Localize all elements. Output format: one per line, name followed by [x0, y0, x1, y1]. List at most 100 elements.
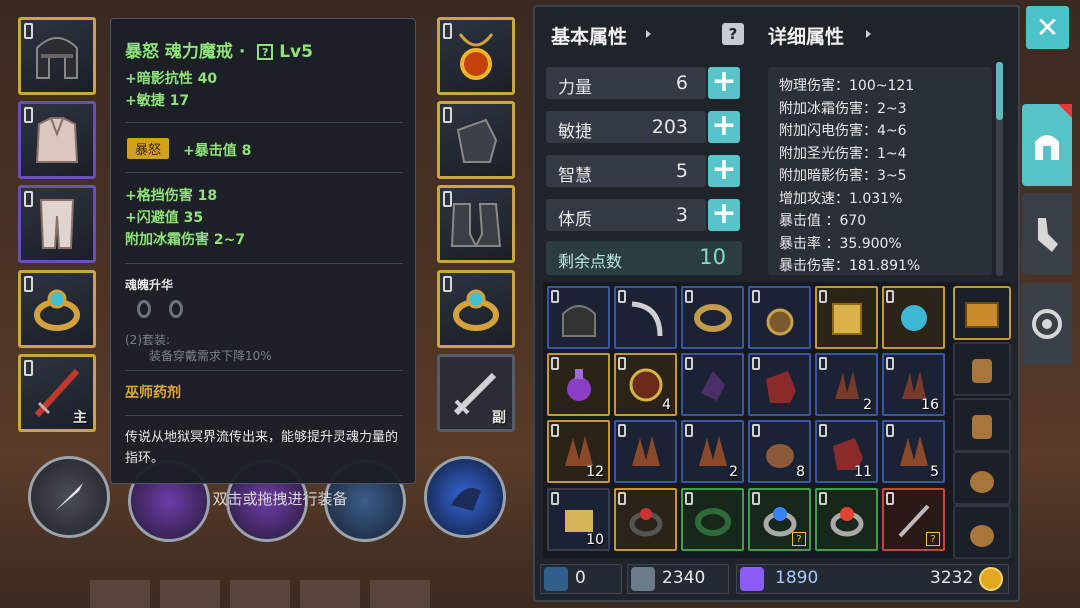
boots-icon: [440, 188, 512, 260]
detail-attributes-title: 详细属性: [768, 26, 845, 48]
inventory-slot[interactable]: [815, 286, 878, 349]
extra-stat: +闪避值 35: [125, 210, 204, 226]
inventory-slot[interactable]: [748, 353, 811, 416]
stat-label: 智慧: [558, 166, 592, 186]
stat-row-wisdom: 智慧 5: [546, 155, 706, 187]
unidentified-icon: ?: [792, 532, 806, 546]
inventory-slot[interactable]: [614, 286, 677, 349]
add-strength-button[interactable]: +: [708, 67, 740, 99]
hotbar-slot[interactable]: [160, 580, 220, 608]
equip-slot-boots[interactable]: [437, 185, 515, 263]
inventory-slot[interactable]: ?: [748, 488, 811, 551]
ring-icon: [683, 490, 742, 549]
item-tooltip: 暴怒 魂力魔戒 · ? Lv5 +暗影抗性 40 +敏捷 17 暴怒 +暴击值 8…: [110, 18, 416, 484]
add-constitution-button[interactable]: +: [708, 199, 740, 231]
equip-slot-legs[interactable]: [18, 185, 96, 263]
bag-slot[interactable]: [953, 342, 1011, 396]
detail-line: 暴击率 ：35.900%: [779, 235, 902, 252]
potion-icon: [549, 355, 608, 414]
scrollbar-thumb[interactable]: [996, 62, 1003, 120]
caret-icon: [646, 30, 651, 38]
unidentified-icon: ?: [926, 532, 940, 546]
divider: [125, 415, 403, 416]
inventory-slot[interactable]: 16: [882, 353, 945, 416]
add-agility-button[interactable]: +: [708, 111, 740, 143]
tab-settings[interactable]: [1022, 283, 1072, 365]
amulet-icon: [750, 288, 809, 347]
skill-button-5[interactable]: [424, 456, 506, 538]
main-hand-tag: 主: [73, 410, 87, 426]
inventory-slot[interactable]: 5: [882, 420, 945, 483]
remaining-label: 剩余点数: [558, 252, 623, 271]
scroll-icon: [817, 288, 876, 347]
inventory-slot[interactable]: [547, 286, 610, 349]
backpack-icon: [955, 400, 1009, 450]
ring-icon: [440, 273, 512, 345]
skill-button-1[interactable]: [28, 456, 110, 538]
hotbar-slot[interactable]: [90, 580, 150, 608]
wand-icon: [544, 567, 568, 591]
inventory-slot[interactable]: [748, 286, 811, 349]
equip-slot-chest[interactable]: [18, 101, 96, 179]
inventory-slot[interactable]: [681, 286, 744, 349]
hotbar-slot[interactable]: [230, 580, 290, 608]
item-level: Lv5: [279, 42, 313, 62]
help-icon[interactable]: ?: [722, 23, 744, 45]
bag-slot[interactable]: [953, 398, 1011, 452]
bag-slot-chest[interactable]: [953, 286, 1011, 340]
inventory-slot[interactable]: [882, 286, 945, 349]
extra-stat: 附加冰霜伤害 2~7: [125, 232, 246, 248]
stat-row-agility: 敏捷 203: [546, 111, 706, 143]
tab-equipment[interactable]: [1022, 104, 1072, 186]
equip-slot-amulet[interactable]: [437, 17, 515, 95]
set-line-1: (2)套装:: [125, 333, 171, 347]
gem-icon: [740, 567, 764, 591]
scrollbar[interactable]: [996, 62, 1003, 276]
hotbar-slot[interactable]: [300, 580, 360, 608]
equip-slot-helmet[interactable]: [18, 17, 96, 95]
claw-icon: [616, 422, 675, 481]
equip-slot-ring[interactable]: [18, 270, 96, 348]
add-wisdom-button[interactable]: +: [708, 155, 740, 187]
soul-title: 魂魄升华: [125, 278, 174, 292]
detail-line: 物理伤害：100~121: [779, 78, 915, 94]
inventory-slot[interactable]: 11: [815, 420, 878, 483]
currency-silver: 2340: [627, 564, 729, 594]
target-icon: [1022, 283, 1072, 365]
dagger-icon: [31, 459, 107, 535]
currency-gems-gold: 1890 3232: [736, 564, 1009, 594]
gold-coin-icon: [979, 567, 1003, 591]
inventory-slot[interactable]: [614, 420, 677, 483]
inventory-slot[interactable]: [614, 488, 677, 551]
inventory-slot[interactable]: 10: [547, 488, 610, 551]
detail-attributes-list[interactable]: 物理伤害：100~121 附加冰霜伤害：2~3 附加闪电伤害：4~6 附加圣光伤…: [768, 67, 992, 275]
inventory-slot[interactable]: 2: [681, 420, 744, 483]
bag-slot[interactable]: [953, 451, 1011, 505]
item-name: 暴怒 魂力魔戒 · ? Lv5: [125, 37, 313, 62]
inventory-slot[interactable]: [681, 488, 744, 551]
detail-line: 附加暗影伤害：3~5: [779, 168, 907, 184]
hotbar-slot[interactable]: [370, 580, 430, 608]
equip-slot-ring-2[interactable]: [437, 270, 515, 348]
inventory-slot[interactable]: 8: [748, 420, 811, 483]
equip-slot-off-weapon[interactable]: 副: [437, 354, 515, 432]
inventory-slot[interactable]: 4: [614, 353, 677, 416]
inventory-slot[interactable]: 12: [547, 420, 610, 483]
gems-value: 1890: [775, 568, 819, 588]
bag-slot[interactable]: [953, 505, 1011, 559]
tab-skills[interactable]: [1022, 193, 1072, 275]
equip-slot-gloves[interactable]: [437, 101, 515, 179]
stat-value: 6: [675, 72, 688, 94]
inventory-slot[interactable]: 2: [815, 353, 878, 416]
inventory-slot[interactable]: [815, 488, 878, 551]
inventory-slot[interactable]: [547, 353, 610, 416]
base-stat: +敏捷 17: [125, 93, 190, 109]
help-icon[interactable]: ?: [257, 44, 274, 60]
item-description: 传说从地狱冥界流传出来，能够提升灵魂力量的指环。: [125, 430, 399, 466]
close-button[interactable]: ✕: [1026, 6, 1069, 49]
set-line-2: 装备穿戴需求下降10%: [149, 349, 272, 363]
inventory-slot[interactable]: ?: [882, 488, 945, 551]
equip-slot-main-weapon[interactable]: 主: [18, 354, 96, 432]
inventory-slot[interactable]: [681, 353, 744, 416]
ring-icon: [616, 490, 675, 549]
